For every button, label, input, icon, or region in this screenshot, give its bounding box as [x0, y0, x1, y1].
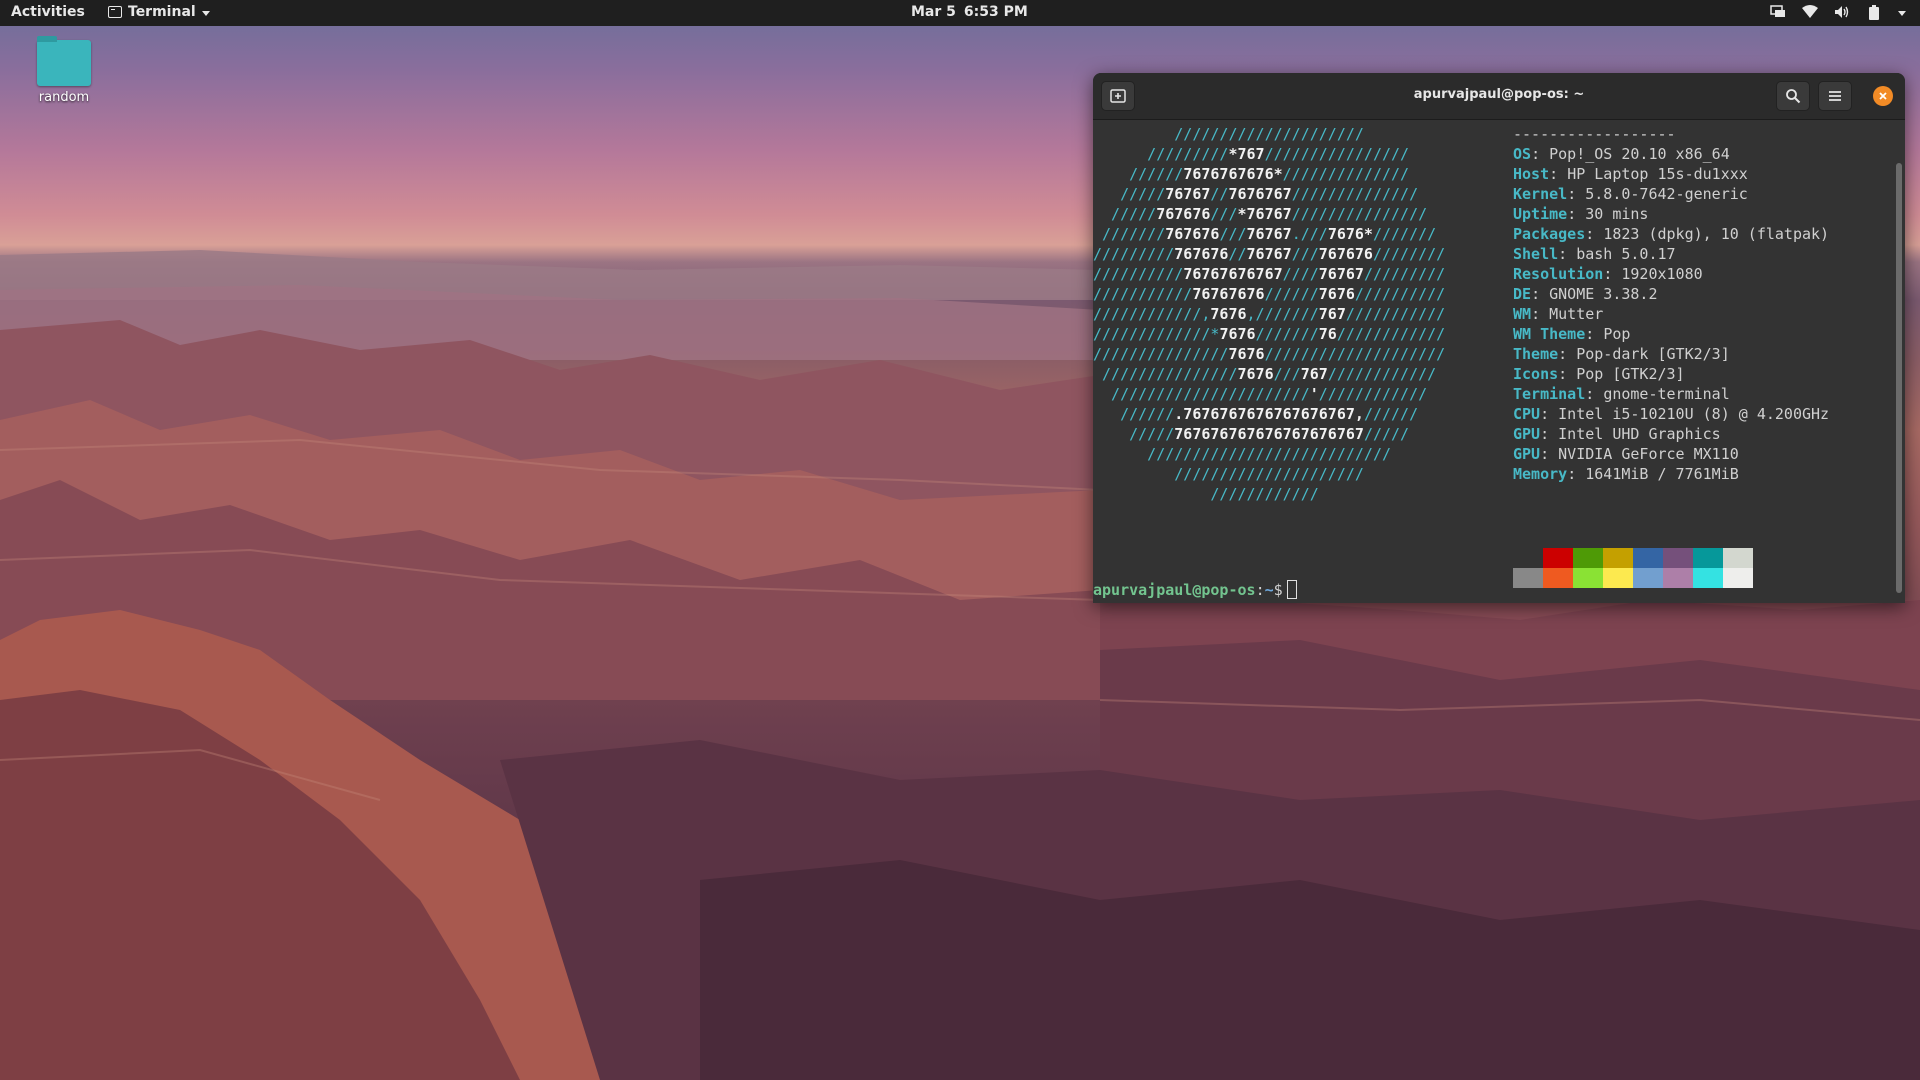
info-row-memory: Memory: 1641MiB / 7761MiB	[1513, 465, 1739, 483]
screen-share-icon[interactable]	[1770, 4, 1786, 20]
info-row-gpu-1: GPU: Intel UHD Graphics	[1513, 425, 1721, 443]
info-row-cpu: CPU: Intel i5-10210U (8) @ 4.200GHz	[1513, 405, 1830, 423]
palette-swatch	[1723, 548, 1753, 568]
palette-swatch	[1663, 568, 1693, 588]
info-row-de: DE: GNOME 3.38.2	[1513, 285, 1658, 303]
palette-swatch	[1573, 568, 1603, 588]
palette-swatch	[1693, 568, 1723, 588]
scrollbar[interactable]	[1896, 163, 1902, 593]
info-row-theme: Theme: Pop-dark [GTK2/3]	[1513, 345, 1730, 363]
system-menu-chevron-icon[interactable]	[1898, 10, 1906, 16]
shell-prompt[interactable]: apurvajpaul@pop-os:~$	[1093, 580, 1297, 600]
palette-swatch	[1633, 548, 1663, 568]
info-row-icons: Icons: Pop [GTK2/3]	[1513, 365, 1685, 383]
color-palette	[1513, 548, 1753, 588]
info-row-uptime: Uptime: 30 mins	[1513, 205, 1649, 223]
info-row-packages: Packages: 1823 (dpkg), 10 (flatpak)	[1513, 225, 1830, 243]
terminal-headerbar[interactable]: apurvajpaul@pop-os: ~	[1093, 73, 1905, 120]
prompt-symbol: $	[1273, 581, 1283, 599]
pop-os-ascii-logo: ///////////////////// /////////*767/////…	[1093, 125, 1446, 503]
palette-swatch	[1603, 568, 1633, 588]
prompt-path: ~	[1264, 581, 1274, 599]
battery-icon[interactable]	[1866, 4, 1882, 20]
info-separator: ------------------	[1513, 125, 1676, 143]
clock[interactable]: Mar 5 6:53 PM	[911, 4, 1028, 20]
palette-row-normal	[1513, 548, 1753, 568]
folder-icon	[37, 36, 91, 86]
system-info: ------------------ OS: Pop!_OS 20.10 x86…	[1513, 124, 1829, 484]
app-menu[interactable]: Terminal	[108, 4, 210, 20]
app-menu-label: Terminal	[128, 4, 196, 20]
hamburger-icon	[1829, 91, 1841, 101]
info-row-kernel: Kernel: 5.8.0-7642-generic	[1513, 185, 1748, 203]
desktop-folder-label: random	[38, 90, 90, 105]
wifi-icon[interactable]	[1802, 4, 1818, 20]
search-icon	[1786, 89, 1801, 104]
palette-swatch	[1543, 568, 1573, 588]
info-row-gpu-2: GPU: NVIDIA GeForce MX110	[1513, 445, 1739, 463]
terminal-window[interactable]: apurvajpaul@pop-os: ~ //////////////////…	[1093, 73, 1905, 603]
info-row-resolution: Resolution: 1920x1080	[1513, 265, 1703, 283]
palette-swatch	[1693, 548, 1723, 568]
info-row-os: OS: Pop!_OS 20.10 x86_64	[1513, 145, 1730, 163]
info-row-wm-theme: WM Theme: Pop	[1513, 325, 1631, 343]
palette-swatch	[1543, 548, 1573, 568]
info-row-shell: Shell: bash 5.0.17	[1513, 245, 1676, 263]
chevron-down-icon	[201, 10, 210, 16]
search-button[interactable]	[1776, 81, 1810, 111]
text-cursor	[1286, 580, 1297, 599]
activities-button[interactable]: Activities	[11, 4, 85, 20]
info-row-host: Host: HP Laptop 15s-du1xxx	[1513, 165, 1748, 183]
palette-swatch	[1603, 548, 1633, 568]
clock-date: Mar 5	[911, 4, 956, 20]
system-tray[interactable]	[1770, 4, 1906, 20]
palette-row-bright	[1513, 568, 1753, 588]
desktop-folder-random[interactable]: random	[36, 36, 92, 105]
palette-swatch	[1573, 548, 1603, 568]
info-row-wm: WM: Mutter	[1513, 305, 1604, 323]
palette-swatch	[1663, 548, 1693, 568]
info-row-terminal: Terminal: gnome-terminal	[1513, 385, 1730, 403]
menu-button[interactable]	[1818, 81, 1852, 111]
volume-icon[interactable]	[1834, 4, 1850, 20]
top-bar: Activities Terminal Mar 5 6:53 PM	[0, 0, 1920, 26]
terminal-content[interactable]: ///////////////////// /////////*767/////…	[1093, 120, 1893, 603]
prompt-user: apurvajpaul@pop-os	[1093, 581, 1256, 599]
close-button[interactable]	[1873, 86, 1893, 106]
close-icon	[1879, 92, 1887, 100]
palette-swatch	[1723, 568, 1753, 588]
palette-swatch	[1513, 548, 1543, 568]
terminal-icon	[108, 6, 122, 18]
palette-swatch	[1633, 568, 1663, 588]
clock-time: 6:53 PM	[963, 4, 1028, 20]
palette-swatch	[1513, 568, 1543, 588]
